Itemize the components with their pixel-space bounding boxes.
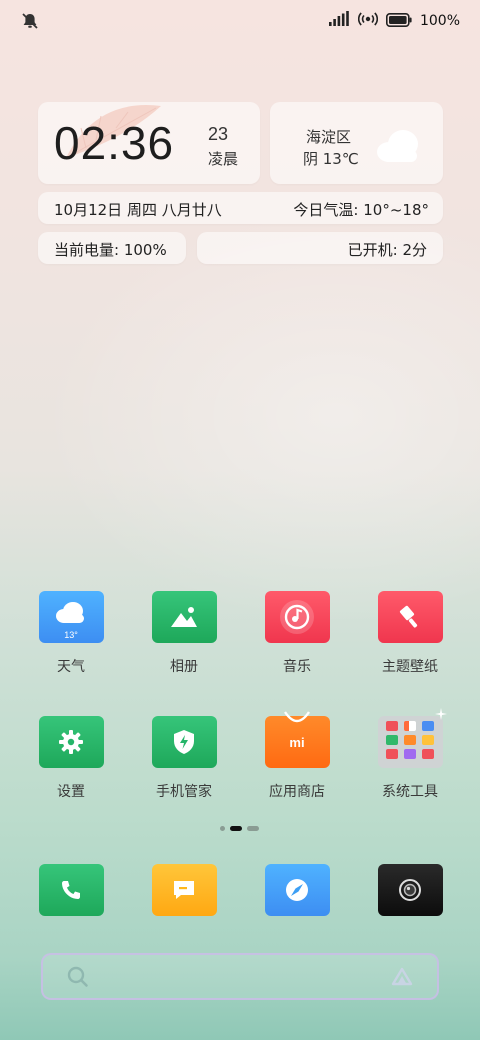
clock-day: 23 bbox=[208, 124, 229, 144]
battery-level-text: 当前电量: 100% bbox=[54, 241, 167, 259]
app-themes[interactable]: 主题壁纸 bbox=[360, 591, 460, 676]
weather-app-badge: 13° bbox=[64, 630, 78, 640]
page-dot[interactable] bbox=[220, 826, 225, 831]
sparkle-icon bbox=[434, 708, 447, 720]
app-label: 系统工具 bbox=[382, 784, 438, 800]
clock-widget[interactable]: 02:36 23 凌晨 bbox=[38, 102, 260, 184]
weather-location: 海淀区 bbox=[306, 128, 352, 146]
app-label: 应用商店 bbox=[269, 784, 325, 800]
themes-app-icon bbox=[377, 591, 443, 643]
app-label: 天气 bbox=[57, 659, 85, 675]
search-icon bbox=[67, 966, 88, 987]
dock-messages[interactable] bbox=[134, 864, 234, 916]
assistant-triangle-icon[interactable] bbox=[391, 966, 413, 988]
cloud-icon bbox=[377, 130, 418, 162]
messages-app-icon bbox=[151, 864, 217, 916]
browser-app-icon bbox=[264, 864, 330, 916]
app-security[interactable]: 手机管家 bbox=[134, 716, 234, 801]
mi-logo: mi bbox=[289, 734, 305, 750]
app-label: 主题壁纸 bbox=[382, 659, 438, 675]
date-bar: 10月12日 周四 八月廿八 今日气温: 10°~18° bbox=[38, 192, 443, 224]
clock-period: 凌晨 bbox=[208, 150, 239, 168]
battery-icon bbox=[385, 12, 412, 31]
app-gallery[interactable]: 相册 bbox=[134, 591, 234, 676]
app-store-icon: mi bbox=[264, 711, 330, 768]
phone-app-icon bbox=[38, 864, 104, 916]
system-tools-folder-icon bbox=[377, 708, 447, 768]
uptime-bar: 已开机: 2分 bbox=[197, 232, 443, 264]
camera-app-icon bbox=[377, 864, 443, 916]
settings-app-icon bbox=[38, 716, 104, 768]
page-indicator[interactable] bbox=[220, 826, 259, 831]
app-settings[interactable]: 设置 bbox=[21, 716, 121, 801]
dock-camera[interactable] bbox=[360, 864, 460, 916]
gallery-app-icon bbox=[151, 591, 217, 643]
page-dot-active[interactable] bbox=[230, 826, 242, 831]
weather-app-icon: 13° bbox=[38, 591, 104, 643]
page-dot[interactable] bbox=[247, 826, 259, 831]
battery-percent: 100% bbox=[419, 13, 460, 29]
dock-browser[interactable] bbox=[247, 864, 347, 916]
app-weather[interactable]: 13° 天气 bbox=[21, 591, 121, 676]
battery-level-bar: 当前电量: 100% bbox=[38, 232, 186, 264]
security-app-icon bbox=[151, 716, 217, 768]
uptime-text: 已开机: 2分 bbox=[347, 241, 427, 259]
app-label: 设置 bbox=[57, 784, 85, 800]
mute-bell-icon bbox=[20, 11, 40, 31]
app-music[interactable]: 音乐 bbox=[247, 591, 347, 676]
app-label: 手机管家 bbox=[156, 784, 212, 800]
search-bar[interactable] bbox=[41, 953, 439, 1000]
temperature-range: 今日气温: 10°~18° bbox=[293, 201, 429, 219]
status-bar: 100% bbox=[0, 0, 480, 42]
weather-widget[interactable]: 海淀区 阴 13℃ bbox=[270, 102, 443, 184]
date-text: 10月12日 周四 八月廿八 bbox=[54, 201, 222, 219]
music-app-icon bbox=[264, 591, 330, 643]
app-store[interactable]: mi 应用商店 bbox=[247, 711, 347, 801]
clock-time: 02:36 bbox=[54, 117, 175, 169]
folder-system-tools[interactable]: 系统工具 bbox=[360, 708, 460, 801]
hotspot-icon bbox=[357, 11, 379, 31]
app-label: 相册 bbox=[170, 659, 198, 675]
dock-phone[interactable] bbox=[21, 864, 121, 916]
cellular-signal-icon bbox=[328, 11, 350, 31]
weather-condition: 阴 13℃ bbox=[303, 150, 359, 168]
app-label: 音乐 bbox=[283, 659, 311, 675]
